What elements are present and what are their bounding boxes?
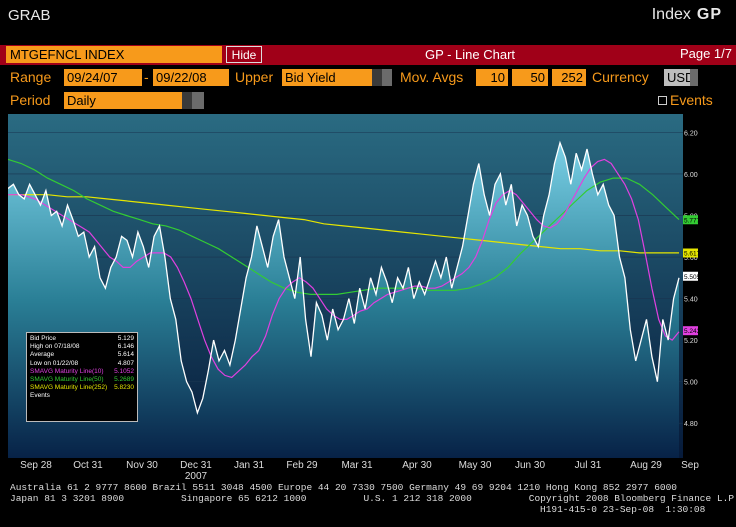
x-tick-label: Dec 31 — [180, 460, 212, 471]
movavg-252-input[interactable]: 252 — [552, 69, 586, 86]
footer-contacts-1: Australia 61 2 9777 8600 Brazil 5511 304… — [10, 482, 678, 493]
year-label: 2007 — [184, 471, 208, 482]
upper-dropdown-arrow[interactable] — [372, 69, 382, 86]
legend-label: Bid Price — [30, 335, 57, 342]
y-tick-label: 6.200 — [684, 130, 698, 137]
x-tick-label: Jan 31 — [233, 460, 265, 471]
legend-label: Average — [30, 351, 55, 359]
x-tick-label: Jul 31 — [574, 460, 602, 471]
index-text: Index — [651, 6, 691, 23]
ticker-field[interactable]: MTGEFNCL INDEX — [6, 46, 222, 63]
legend-row: Bid Price 5.129 — [30, 335, 134, 343]
legend-row: Events — [30, 392, 134, 400]
upper-dropdown-handle[interactable] — [382, 69, 392, 86]
app-label: GRAB — [8, 7, 51, 24]
legend-row: SMAVG Maturity Line(10) 5.1052 — [30, 368, 134, 376]
currency-select[interactable]: USD — [664, 69, 694, 86]
value-marker-label: 5.617 — [684, 251, 698, 258]
legend-value: 4.807 — [117, 359, 134, 367]
x-tick-label: Jun 30 — [514, 460, 546, 471]
period-select[interactable]: Daily — [64, 92, 182, 109]
legend-label: SMAVG Maturity Line(10) — [30, 367, 104, 375]
legend-value: 5.2689 — [114, 376, 134, 384]
legend-label: High on 07/18/08 — [30, 343, 80, 351]
currency-dropdown-handle[interactable] — [690, 69, 698, 86]
y-tick-label: 5.400 — [684, 297, 698, 304]
upper-select[interactable]: Bid Yield — [282, 69, 372, 86]
value-marker-label: 5.243 — [684, 328, 698, 335]
x-tick-label: May 30 — [458, 460, 492, 471]
chart-legend: Bid Price 5.129 High on 07/18/08 6.146 Avera… — [26, 332, 138, 422]
chart-title: GP - Line Chart — [424, 47, 516, 62]
x-tick-label: Sep 28 — [20, 460, 52, 471]
currency-label: Currency — [592, 69, 649, 85]
range-start-input[interactable]: 09/24/07 — [64, 69, 142, 86]
y-tick-label: 6.000 — [684, 172, 698, 179]
x-tick-label: Feb 29 — [286, 460, 318, 471]
value-marker-label: 5.777 — [684, 217, 698, 224]
footer-contacts-2: Japan 81 3 3201 8900 Singapore 65 6212 1… — [10, 493, 736, 504]
function-code: GP — [696, 6, 722, 23]
period-dropdown-arrow[interactable] — [182, 92, 192, 109]
y-axis-strip — [683, 114, 698, 458]
range-end-input[interactable]: 09/22/08 — [153, 69, 229, 86]
movavg-10-input[interactable]: 10 — [476, 69, 508, 86]
value-marker-label: 5.505 — [684, 274, 698, 281]
legend-row: Low on 01/22/08 4.807 — [30, 360, 134, 368]
legend-label: SMAVG Maturity Line(252) — [30, 384, 108, 392]
page-indicator: Page 1/7 — [679, 46, 732, 61]
x-tick-label: Nov 30 — [126, 460, 158, 471]
legend-row: SMAVG Maturity Line(252) 5.8230 — [30, 384, 134, 392]
y-tick-label: 4.800 — [684, 421, 698, 428]
period-label: Period — [10, 92, 51, 108]
hide-button[interactable]: Hide — [226, 46, 262, 63]
top-bar — [0, 0, 736, 44]
x-tick-label: Oct 31 — [73, 460, 103, 471]
index-label: Index GP — [652, 6, 722, 24]
movavg-50-input[interactable]: 50 — [512, 69, 548, 86]
range-label: Range — [10, 69, 52, 85]
events-checkbox[interactable] — [658, 96, 667, 105]
legend-label: Events — [30, 392, 50, 400]
upper-label: Upper — [235, 69, 274, 85]
x-tick-label: Sep — [681, 460, 699, 471]
x-tick-label: Apr 30 — [402, 460, 432, 471]
legend-value: 5.129 — [117, 335, 134, 342]
legend-row: Average 5.614 — [30, 351, 134, 359]
range-separator: - — [144, 69, 149, 85]
y-tick-label: 5.200 — [684, 338, 698, 345]
legend-label: Low on 01/22/08 — [30, 359, 79, 367]
legend-value: 5.8230 — [114, 384, 134, 392]
legend-value: 5.614 — [117, 351, 134, 359]
legend-value: 5.1052 — [114, 367, 134, 375]
legend-row: SMAVG Maturity Line(50) 5.2689 — [30, 376, 134, 384]
period-dropdown-handle[interactable] — [192, 92, 204, 109]
legend-value: 6.146 — [117, 343, 134, 351]
legend-row: High on 07/18/08 6.146 — [30, 343, 134, 351]
events-label[interactable]: Events — [670, 92, 713, 108]
footer-timestamp: H191-415-0 23-Sep-08 1:30:08 — [540, 504, 706, 515]
x-tick-label: Mar 31 — [341, 460, 373, 471]
legend-label: SMAVG Maturity Line(50) — [30, 376, 104, 384]
movavg-label: Mov. Avgs — [400, 69, 464, 85]
x-tick-label: Aug 29 — [630, 460, 662, 471]
y-tick-label: 5.000 — [684, 380, 698, 387]
